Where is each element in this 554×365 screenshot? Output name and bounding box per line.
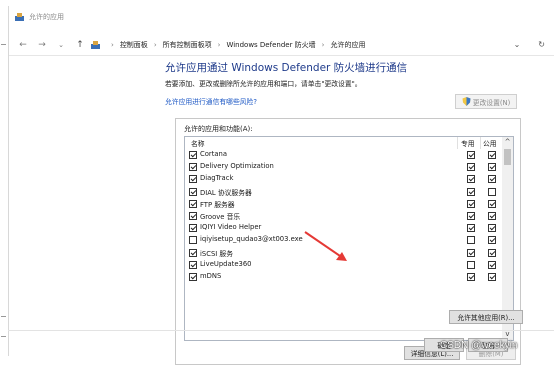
edge-mark (1, 316, 6, 317)
app-enabled-checkbox[interactable] (189, 260, 197, 269)
private-network-checkbox[interactable] (467, 224, 475, 233)
edge-mark (1, 44, 6, 45)
private-network-checkbox[interactable] (467, 273, 475, 281)
watermark: CSDN @weekyin (440, 340, 518, 351)
app-name: Groove 音乐 (200, 213, 241, 221)
app-enabled-checkbox[interactable] (189, 163, 197, 172)
app-row[interactable]: mDNS (185, 271, 503, 283)
app-name: iSCSI 服务 (200, 249, 234, 258)
control-panel-icon (91, 40, 100, 49)
app-enabled-checkbox[interactable] (189, 236, 197, 245)
app-enabled-checkbox[interactable] (189, 212, 197, 220)
change-settings-label: 更改设置(N) (472, 98, 511, 107)
breadcrumb-item[interactable]: Windows Defender 防火墙 (226, 40, 315, 50)
column-divider (480, 137, 481, 149)
left-edge (0, 0, 8, 365)
private-network-checkbox[interactable] (467, 248, 475, 257)
instruction-text: 若要添加、更改或删除所允许的应用和端口，请单击"更改设置"。 (165, 80, 362, 88)
public-network-checkbox[interactable] (488, 199, 496, 208)
app-name: iqiyisetup_qudao3@xt003.exe (200, 235, 303, 244)
red-pointer-arrow (304, 231, 347, 261)
column-header-private[interactable]: 专用 (461, 138, 475, 148)
public-network-checkbox[interactable] (488, 236, 496, 245)
private-network-checkbox[interactable] (467, 187, 475, 196)
public-network-checkbox[interactable] (488, 163, 496, 172)
uac-shield-icon (462, 97, 471, 106)
chevron-right-icon: › (153, 40, 157, 49)
app-name: FTP 服务器 (200, 200, 235, 209)
control-panel-icon (15, 12, 24, 21)
private-network-checkbox[interactable] (467, 163, 475, 172)
chevron-right-icon: › (111, 40, 114, 49)
app-enabled-checkbox[interactable] (189, 151, 197, 159)
column-header-public[interactable]: 公用 (483, 138, 497, 148)
edge-mark (1, 336, 6, 337)
scrollbar-thumb[interactable] (504, 149, 511, 165)
column-header-name[interactable]: 名称 (191, 138, 205, 148)
private-network-checkbox[interactable] (467, 260, 475, 269)
chevron-right-icon: › (217, 40, 221, 49)
public-network-checkbox[interactable] (488, 151, 496, 159)
app-name: LiveUpdate360 (200, 259, 252, 268)
app-row[interactable]: Delivery Optimization (185, 161, 503, 173)
private-network-checkbox[interactable] (467, 212, 475, 220)
private-network-checkbox[interactable] (467, 151, 475, 159)
public-network-checkbox[interactable] (488, 260, 496, 269)
app-name: DIAL 协议服务器 (200, 188, 252, 197)
app-enabled-checkbox[interactable] (189, 273, 197, 281)
app-enabled-checkbox[interactable] (189, 248, 197, 257)
public-network-checkbox[interactable] (488, 248, 496, 257)
app-name: mDNS (200, 272, 222, 280)
breadcrumb-item[interactable]: 控制面板 (120, 40, 148, 50)
column-divider (457, 137, 458, 149)
app-name: DiagTrack (200, 174, 234, 183)
forward-arrow-icon[interactable]: → (37, 40, 47, 50)
public-network-checkbox[interactable] (488, 273, 496, 281)
app-row[interactable]: DiagTrack (185, 173, 503, 185)
allow-other-app-button[interactable]: 允许其他应用(R)... (449, 310, 523, 324)
refresh-icon[interactable]: ↻ (538, 40, 545, 49)
window-title: 允许的应用 (29, 13, 64, 21)
up-arrow-icon[interactable]: ↑ (75, 40, 85, 50)
app-name: Delivery Optimization (200, 162, 274, 171)
app-name: Cortana (200, 150, 228, 158)
breadcrumb: › 控制面板 › 所有控制面板项 › Windows Defender 防火墙 … (91, 40, 365, 50)
app-enabled-checkbox[interactable] (189, 175, 197, 184)
app-enabled-checkbox[interactable] (189, 199, 197, 208)
private-network-checkbox[interactable] (467, 236, 475, 245)
app-enabled-checkbox[interactable] (189, 187, 197, 196)
allowed-apps-label: 允许的应用和功能(A): (184, 125, 253, 133)
public-network-checkbox[interactable] (488, 187, 496, 196)
breadcrumb-item[interactable]: 所有控制面板项 (163, 40, 212, 50)
app-enabled-checkbox[interactable] (189, 224, 197, 233)
change-settings-button[interactable]: 更改设置(N) (455, 94, 517, 109)
public-network-checkbox[interactable] (488, 212, 496, 220)
private-network-checkbox[interactable] (467, 175, 475, 184)
recent-locations-icon[interactable]: ⌄ (56, 41, 66, 49)
app-name: IQIYI Video Helper (200, 223, 262, 232)
title-bar: 允许的应用 (9, 6, 554, 28)
app-row[interactable]: Groove 音乐 (185, 210, 503, 222)
app-row[interactable]: Cortana (185, 149, 503, 161)
main-content: 允许应用通过 Windows Defender 防火墙进行通信 若要添加、更改或… (165, 60, 525, 365)
public-network-checkbox[interactable] (488, 224, 496, 233)
app-row[interactable]: FTP 服务器 (185, 198, 503, 210)
scroll-up-icon[interactable]: ^ (502, 137, 513, 148)
footer-divider (8, 330, 554, 331)
private-network-checkbox[interactable] (467, 199, 475, 208)
list-header: 名称 专用 公用 (185, 137, 503, 149)
dropdown-icon[interactable]: ⌄ (514, 40, 521, 49)
page-title: 允许应用通过 Windows Defender 防火墙进行通信 (165, 62, 408, 74)
chevron-right-icon: › (321, 40, 325, 49)
address-bar: ← → ⌄ ↑ › 控制面板 › 所有控制面板项 › Windows Defen… (9, 34, 554, 56)
breadcrumb-item[interactable]: 允许的应用 (330, 40, 365, 50)
app-row[interactable]: DIAL 协议服务器 (185, 186, 503, 198)
back-arrow-icon[interactable]: ← (18, 40, 28, 50)
address-controls: ⌄ ↻ (514, 40, 545, 49)
public-network-checkbox[interactable] (488, 175, 496, 184)
